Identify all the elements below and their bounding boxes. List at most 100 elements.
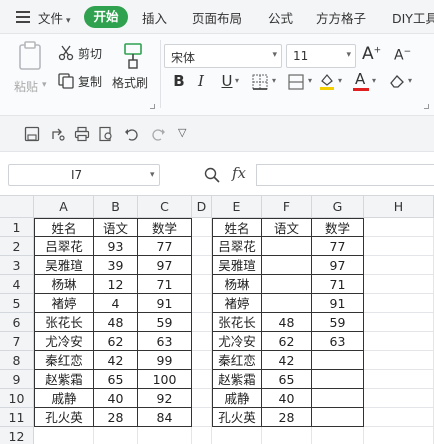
cell-h10[interactable] — [364, 389, 434, 408]
cell-a6[interactable]: 张花长 — [34, 313, 94, 332]
eraser-icon[interactable] — [388, 72, 406, 90]
cell-c6[interactable]: 59 — [138, 313, 192, 332]
cell-a10[interactable]: 戚静 — [34, 389, 94, 408]
font-color-button[interactable]: A — [352, 70, 370, 92]
cell-f9[interactable]: 65 — [262, 370, 312, 389]
fill-color-icon[interactable] — [318, 72, 336, 90]
undo-icon[interactable] — [124, 126, 140, 142]
cell-e7[interactable]: 尤冷安 — [212, 332, 262, 351]
font-group-launcher[interactable] — [424, 104, 429, 109]
cell-d12[interactable] — [192, 427, 212, 444]
cell-f6[interactable]: 48 — [262, 313, 312, 332]
cell-e9[interactable]: 赵紫霜 — [212, 370, 262, 389]
insert-function-button[interactable]: fx — [232, 164, 246, 182]
cell-c7[interactable]: 63 — [138, 332, 192, 351]
cell-f11[interactable]: 28 — [262, 408, 312, 427]
cell-g11[interactable] — [312, 408, 364, 427]
tab-start[interactable]: 开始 — [84, 6, 128, 28]
row-header-12[interactable]: 12 — [0, 427, 34, 444]
cell-e6[interactable]: 张花长 — [212, 313, 262, 332]
cell-e11[interactable]: 孔火英 — [212, 408, 262, 427]
cell-h1[interactable] — [364, 218, 434, 237]
row-header-7[interactable]: 7 — [0, 332, 34, 351]
cell-f10[interactable]: 40 — [262, 389, 312, 408]
cell-f8[interactable]: 42 — [262, 351, 312, 370]
column-header-a[interactable]: A — [34, 196, 94, 218]
cell-a2[interactable]: 吕翠花 — [34, 237, 94, 256]
cell-a5[interactable]: 褚婷 — [34, 294, 94, 313]
cell-g12[interactable] — [312, 427, 364, 444]
cell-e12[interactable] — [212, 427, 262, 444]
cell-g3[interactable]: 97 — [312, 256, 364, 275]
merge-cells-icon[interactable] — [288, 74, 304, 90]
cell-h7[interactable] — [364, 332, 434, 351]
cell-f1[interactable]: 语文 — [262, 218, 312, 237]
cell-h9[interactable] — [364, 370, 434, 389]
cut-button[interactable]: 剪切 — [58, 44, 108, 64]
column-header-g[interactable]: G — [312, 196, 364, 218]
column-header-e[interactable]: E — [212, 196, 262, 218]
cell-b4[interactable]: 12 — [94, 275, 138, 294]
paste-button[interactable]: 粘贴 ▾ — [10, 40, 52, 102]
save-icon[interactable] — [24, 126, 40, 142]
cell-d5[interactable] — [192, 294, 212, 313]
cell-g6[interactable]: 59 — [312, 313, 364, 332]
cell-c2[interactable]: 77 — [138, 237, 192, 256]
redo-icon[interactable] — [150, 126, 166, 142]
cell-a11[interactable]: 孔火英 — [34, 408, 94, 427]
cell-b10[interactable]: 40 — [94, 389, 138, 408]
format-painter-button[interactable]: 格式刷 — [112, 40, 154, 102]
cell-g8[interactable] — [312, 351, 364, 370]
cell-c1[interactable]: 数学 — [138, 218, 192, 237]
column-header-d[interactable]: D — [192, 196, 212, 218]
font-size-select[interactable]: 11 ▾ — [286, 44, 356, 68]
zoom-icon[interactable] — [204, 167, 220, 183]
cell-h3[interactable] — [364, 256, 434, 275]
cell-d8[interactable] — [192, 351, 212, 370]
cell-d7[interactable] — [192, 332, 212, 351]
font-name-select[interactable]: 宋体 ▾ — [164, 44, 282, 68]
cell-d4[interactable] — [192, 275, 212, 294]
cell-c4[interactable]: 71 — [138, 275, 192, 294]
cell-h12[interactable] — [364, 427, 434, 444]
cell-e8[interactable]: 秦红恋 — [212, 351, 262, 370]
cell-g5[interactable]: 91 — [312, 294, 364, 313]
cell-d2[interactable] — [192, 237, 212, 256]
menu-file[interactable]: 文件 ▾ — [38, 8, 71, 27]
cell-h8[interactable] — [364, 351, 434, 370]
row-header-1[interactable]: 1 — [0, 218, 34, 237]
row-header-8[interactable]: 8 — [0, 351, 34, 370]
cell-f5[interactable] — [262, 294, 312, 313]
row-header-2[interactable]: 2 — [0, 237, 34, 256]
formula-input[interactable] — [256, 164, 434, 186]
menu-icon[interactable] — [16, 11, 30, 23]
row-header-11[interactable]: 11 — [0, 408, 34, 427]
cell-a1[interactable]: 姓名 — [34, 218, 94, 237]
cell-d11[interactable] — [192, 408, 212, 427]
column-header-b[interactable]: B — [94, 196, 138, 218]
tab-diy-tools[interactable]: DIY工具 — [392, 8, 434, 27]
cell-d10[interactable] — [192, 389, 212, 408]
row-header-4[interactable]: 4 — [0, 275, 34, 294]
cell-e4[interactable]: 杨琳 — [212, 275, 262, 294]
cell-f3[interactable] — [262, 256, 312, 275]
column-header-h[interactable]: H — [364, 196, 434, 218]
cell-c5[interactable]: 91 — [138, 294, 192, 313]
cell-a12[interactable] — [34, 427, 94, 444]
cell-g4[interactable]: 71 — [312, 275, 364, 294]
cell-e3[interactable]: 吴雅瑄 — [212, 256, 262, 275]
row-header-3[interactable]: 3 — [0, 256, 34, 275]
cell-d1[interactable] — [192, 218, 212, 237]
cell-b6[interactable]: 48 — [94, 313, 138, 332]
column-header-f[interactable]: F — [262, 196, 312, 218]
cell-h5[interactable] — [364, 294, 434, 313]
cell-h2[interactable] — [364, 237, 434, 256]
cell-g7[interactable]: 63 — [312, 332, 364, 351]
cell-b12[interactable] — [94, 427, 138, 444]
cell-c11[interactable]: 84 — [138, 408, 192, 427]
row-header-10[interactable]: 10 — [0, 389, 34, 408]
cell-h4[interactable] — [364, 275, 434, 294]
cell-e10[interactable]: 戚静 — [212, 389, 262, 408]
decrease-font-button[interactable]: A− — [394, 47, 411, 64]
column-header-c[interactable]: C — [138, 196, 192, 218]
